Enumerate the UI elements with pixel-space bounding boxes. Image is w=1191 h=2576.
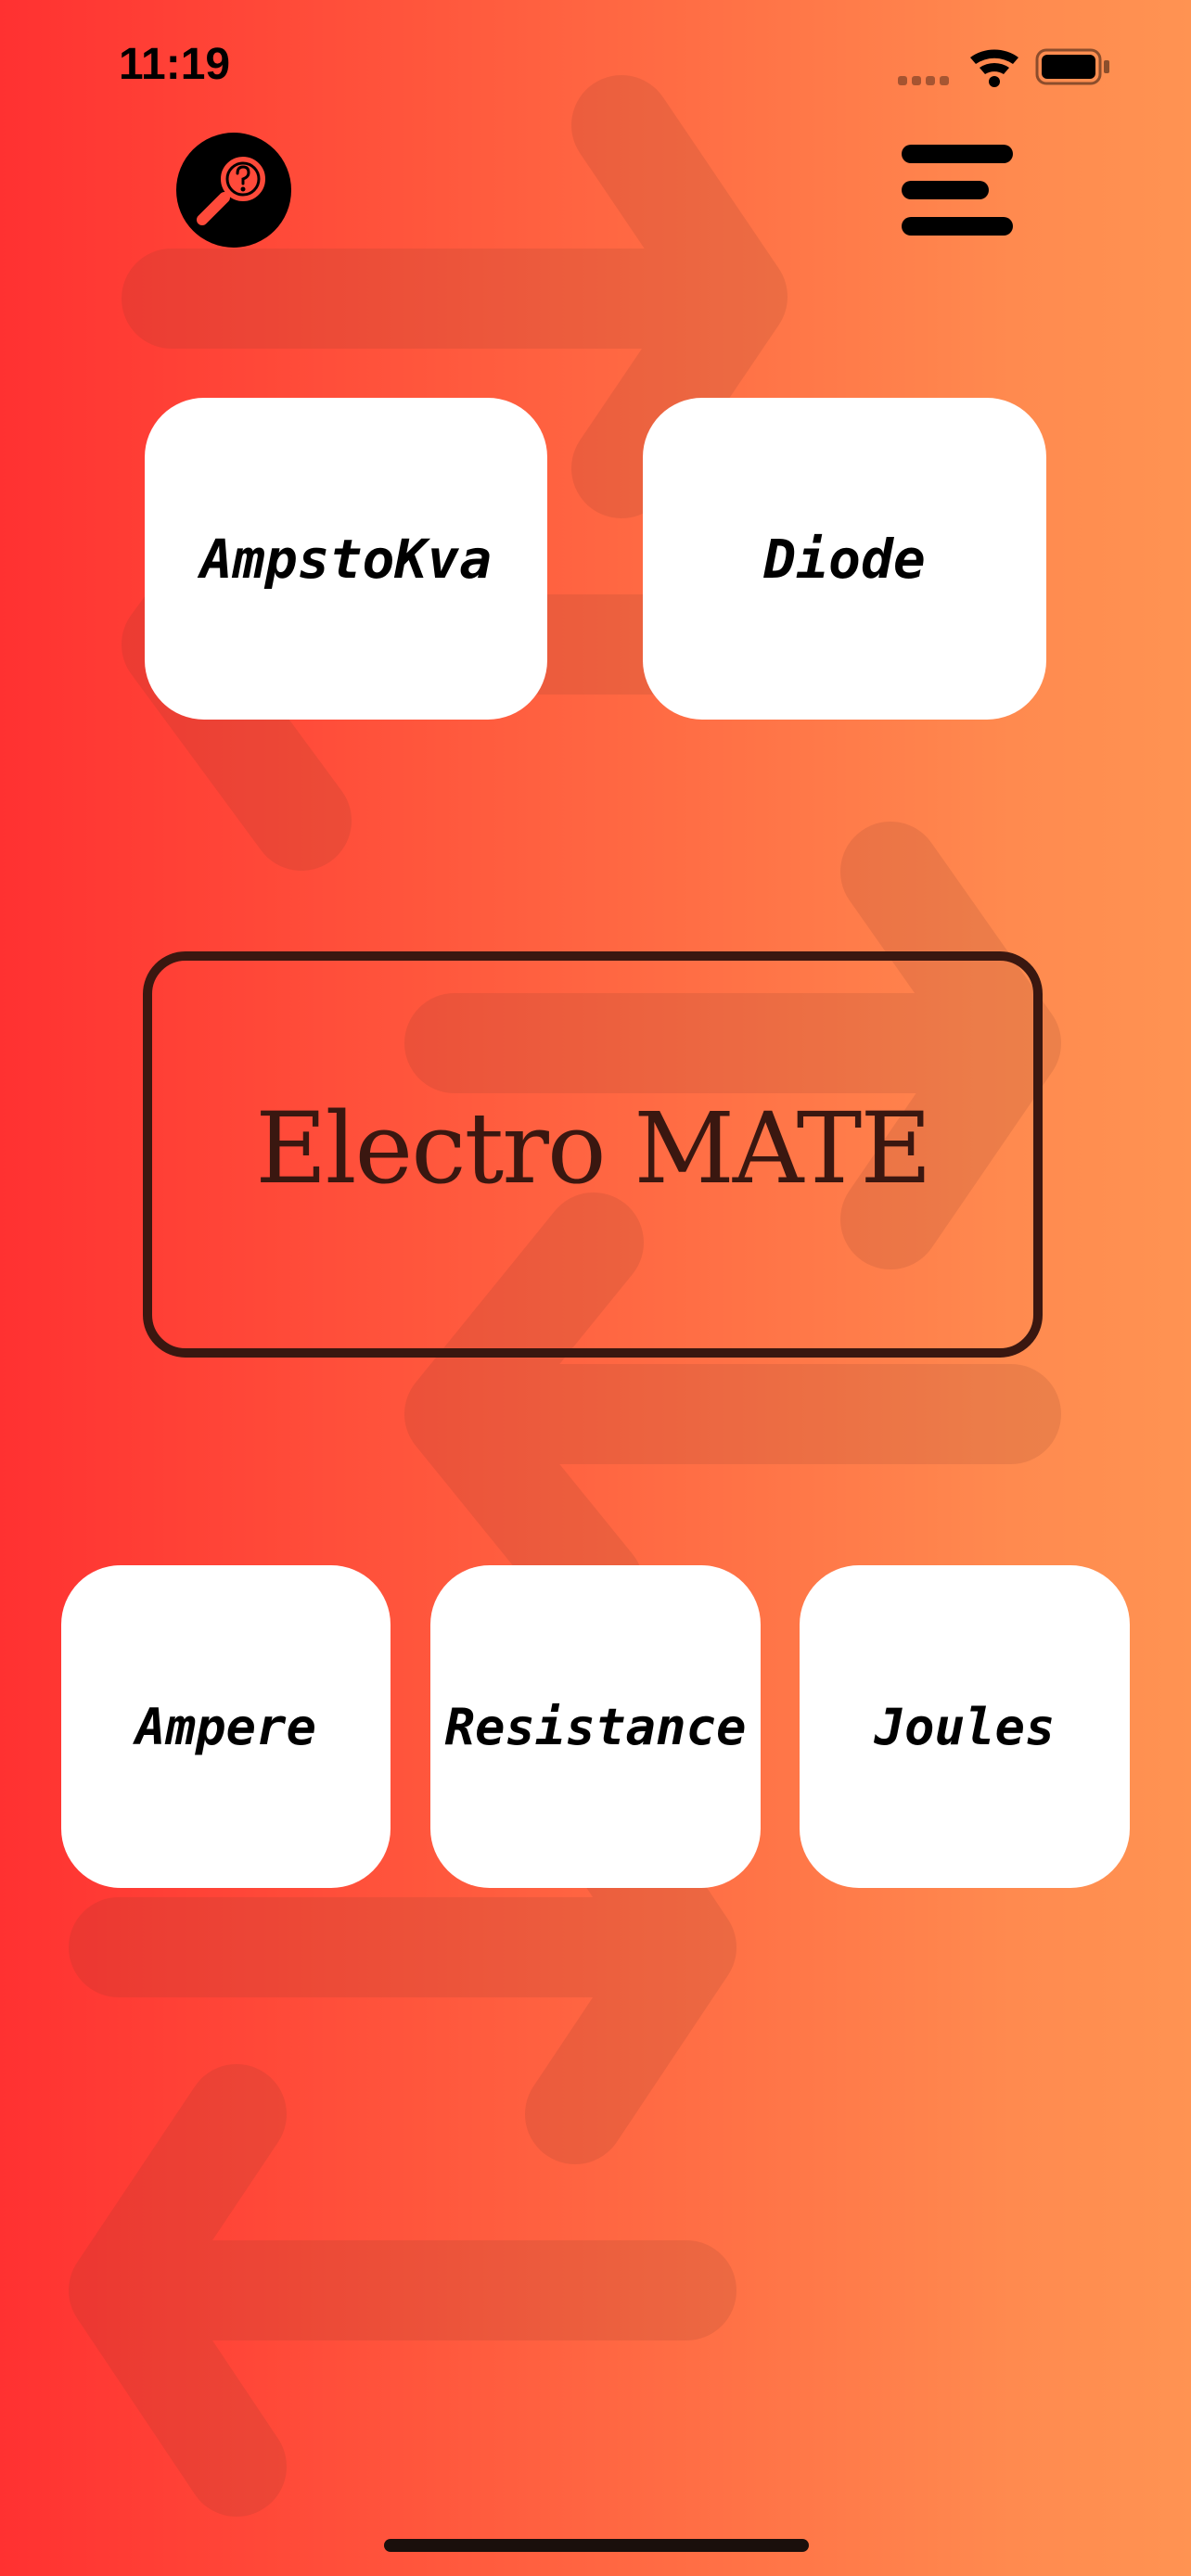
joules-card[interactable]: Joules	[800, 1565, 1130, 1888]
help-search-icon[interactable]	[176, 133, 291, 248]
ampstokva-card[interactable]: AmpstoKva	[145, 398, 547, 720]
wifi-icon	[970, 49, 1018, 87]
app-title-box: Electro MATE	[143, 951, 1043, 1358]
diode-card[interactable]: Diode	[643, 398, 1046, 720]
signal-icon	[898, 76, 949, 85]
ampere-card[interactable]: Ampere	[61, 1565, 391, 1888]
app-screen: 11:19 AmpstoKva Diode Electro MATE Amper…	[0, 0, 1191, 2576]
home-indicator[interactable]	[384, 2539, 809, 2552]
app-title: Electro MATE	[255, 1090, 932, 1205]
status-time: 11:19	[119, 40, 231, 89]
hamburger-menu-icon[interactable]	[898, 139, 1017, 241]
battery-icon	[1035, 48, 1109, 85]
status-icons	[898, 48, 1109, 87]
resistance-card[interactable]: Resistance	[430, 1565, 761, 1888]
